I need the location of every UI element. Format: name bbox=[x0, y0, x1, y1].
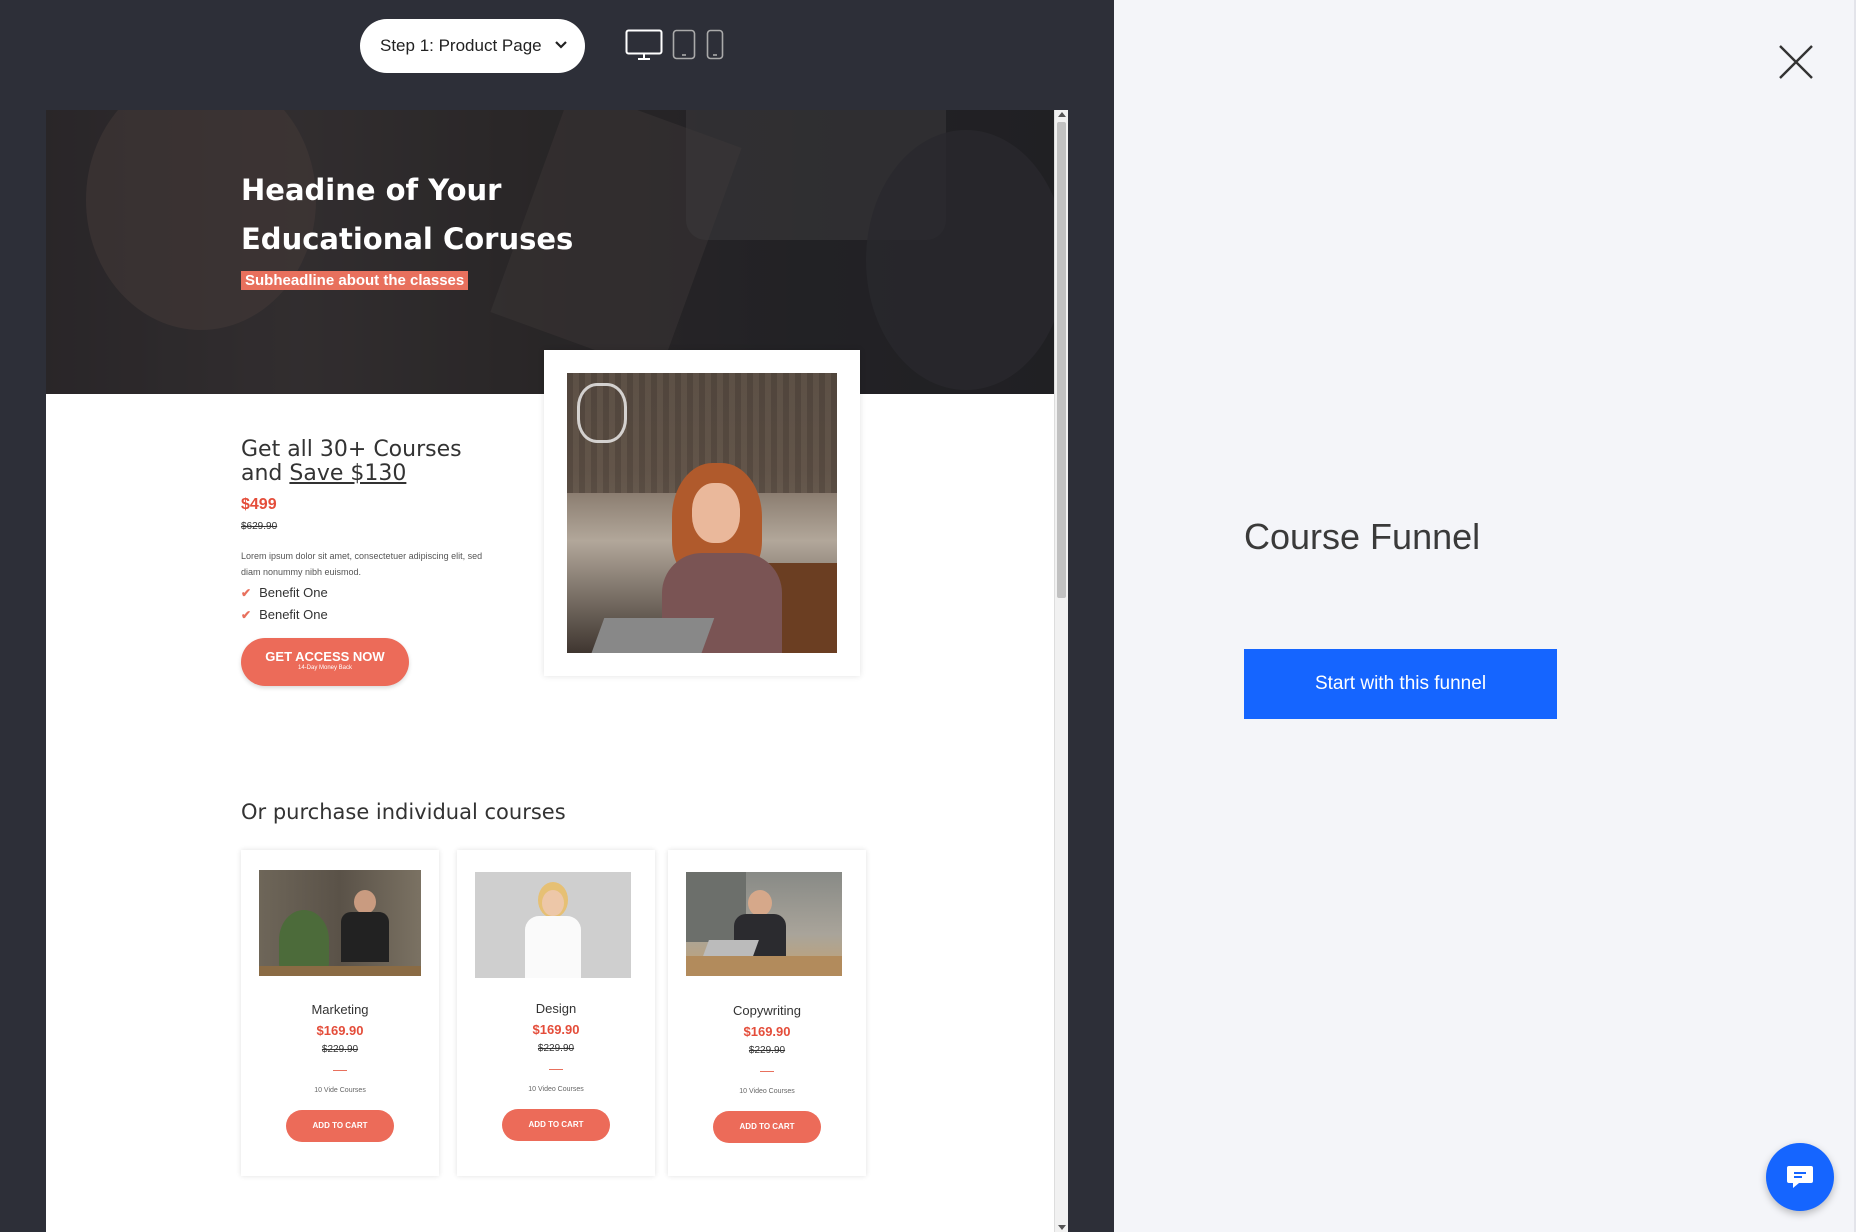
course-image bbox=[259, 870, 421, 976]
check-icon: ✔ bbox=[241, 607, 252, 622]
check-icon: ✔ bbox=[241, 585, 252, 600]
course-image bbox=[686, 872, 842, 976]
add-to-cart-button[interactable]: ADD TO CART bbox=[502, 1109, 610, 1141]
divider bbox=[760, 1071, 774, 1072]
course-price: $169.90 bbox=[316, 1023, 364, 1038]
preview-scrollbar[interactable] bbox=[1054, 110, 1068, 1232]
tablet-icon[interactable] bbox=[672, 29, 696, 61]
course-count: 10 Video Courses bbox=[739, 1088, 795, 1095]
offer-title: Get all 30+ Courses and Save $130 bbox=[241, 437, 462, 486]
course-count: 10 Vide Courses bbox=[314, 1087, 366, 1094]
course-card: Marketing $169.90 $229.90 10 Vide Course… bbox=[241, 850, 439, 1176]
funnel-title: Course Funnel bbox=[1244, 516, 1481, 557]
divider bbox=[333, 1070, 347, 1071]
scroll-up-icon[interactable] bbox=[1058, 112, 1066, 117]
chat-icon bbox=[1787, 1166, 1813, 1188]
close-icon[interactable] bbox=[1776, 42, 1816, 82]
add-to-cart-button[interactable]: ADD TO CART bbox=[286, 1110, 394, 1142]
course-old-price: $229.90 bbox=[321, 1044, 359, 1055]
scroll-thumb[interactable] bbox=[1057, 122, 1066, 598]
scroll-down-icon[interactable] bbox=[1058, 1225, 1066, 1230]
preview-frame: Headine of Your Educational Coruses Subh… bbox=[46, 110, 1068, 1232]
chevron-down-icon bbox=[555, 41, 567, 49]
course-old-price: $229.90 bbox=[748, 1045, 786, 1056]
save-link[interactable]: Save $130 bbox=[289, 461, 406, 486]
benefit-item: ✔ Benefit One bbox=[241, 585, 328, 600]
offer-old-price: $629.90 bbox=[241, 521, 278, 532]
step-select[interactable]: Step 1: Product Page bbox=[360, 19, 585, 73]
offer-description: Lorem ipsum dolor sit amet, consectetuer… bbox=[241, 551, 483, 577]
course-price: $169.90 bbox=[743, 1024, 791, 1039]
offer-price: $499 bbox=[241, 496, 277, 513]
mobile-icon[interactable] bbox=[706, 29, 724, 61]
step-select-value: Step 1: Product Page bbox=[380, 36, 542, 55]
hero-subheadline: Subheadline about the classes bbox=[241, 271, 469, 290]
benefit-item: ✔ Benefit One bbox=[241, 607, 328, 622]
course-name: Design bbox=[535, 1001, 577, 1016]
woman-laptop-image bbox=[567, 373, 837, 653]
course-name: Copywriting bbox=[733, 1003, 801, 1018]
start-funnel-button[interactable]: Start with this funnel bbox=[1244, 649, 1557, 719]
add-to-cart-button[interactable]: ADD TO CART bbox=[713, 1111, 821, 1143]
course-card: Design $169.90 $229.90 10 Video Courses … bbox=[457, 850, 655, 1176]
course-image bbox=[475, 872, 631, 978]
chat-button[interactable] bbox=[1766, 1143, 1834, 1211]
course-count: 10 Video Courses bbox=[528, 1086, 584, 1093]
course-card: Copywriting $169.90 $229.90 10 Video Cou… bbox=[668, 850, 866, 1176]
get-access-button[interactable]: GET ACCESS NOW 14-Day Money Back bbox=[241, 638, 409, 686]
preview-toolbar: Step 1: Product Page bbox=[0, 0, 1114, 92]
hero-headline: Headine of Your Educational Coruses bbox=[241, 173, 574, 256]
course-price: $169.90 bbox=[532, 1022, 580, 1037]
divider bbox=[549, 1069, 563, 1070]
course-old-price: $229.90 bbox=[537, 1043, 575, 1054]
hero-photo-card bbox=[544, 350, 860, 676]
preview-pane: Step 1: Product Page Headine of Your Edu… bbox=[0, 0, 1114, 1232]
individual-courses-title: Or purchase individual courses bbox=[241, 800, 566, 824]
course-name: Marketing bbox=[311, 1002, 369, 1017]
desktop-icon[interactable] bbox=[625, 29, 663, 61]
